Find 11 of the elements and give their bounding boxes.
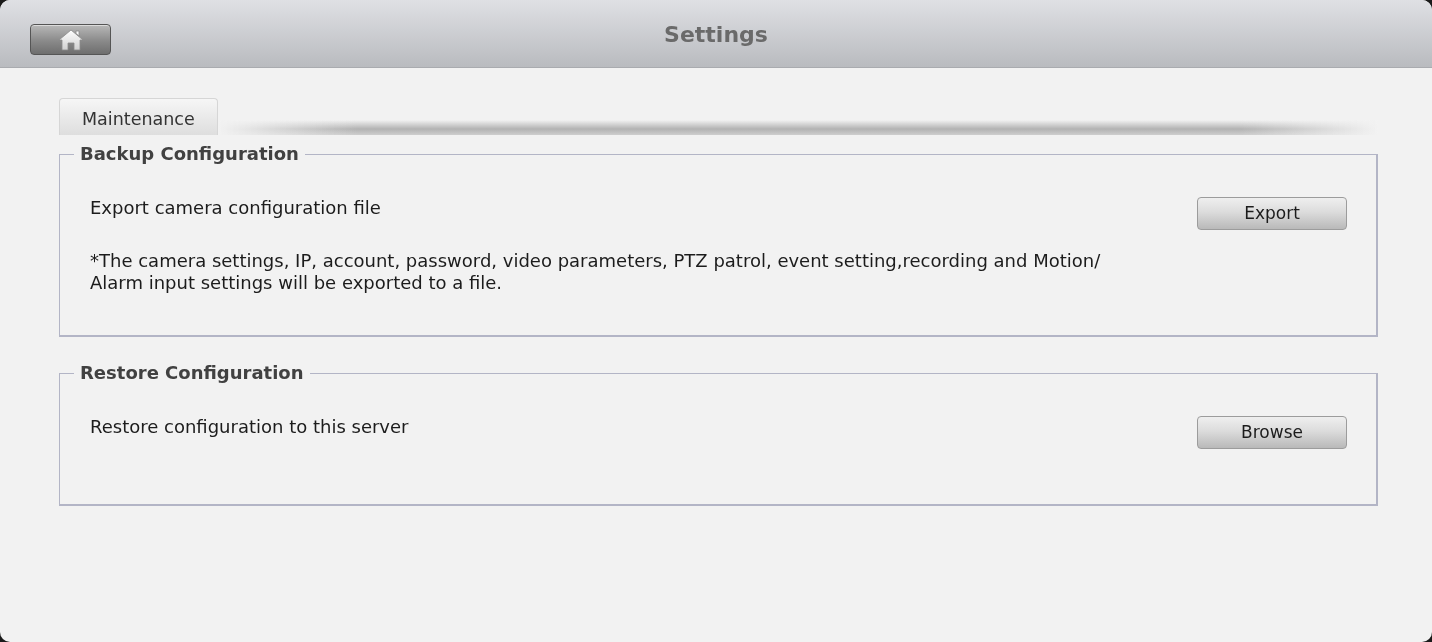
setting-label: Export camera configuration file [90, 197, 381, 219]
action-button[interactable]: Export [1197, 197, 1347, 230]
home-icon [57, 28, 84, 51]
tab[interactable]: Maintenance [59, 98, 218, 135]
setting-label: Restore configuration to this server [90, 416, 409, 438]
home-button[interactable] [30, 24, 111, 55]
section-title: Restore Configuration [79, 363, 305, 383]
action-button[interactable]: Browse [1197, 416, 1347, 449]
window-title: Settings [664, 20, 768, 49]
section-title: Backup Configuration [79, 144, 300, 164]
note-text: *The camera settings, IP, account, password, video parameters, PTZ patrol, event setting,recording and Motion/Alarm input settings will be exported to a file. [90, 250, 1102, 294]
